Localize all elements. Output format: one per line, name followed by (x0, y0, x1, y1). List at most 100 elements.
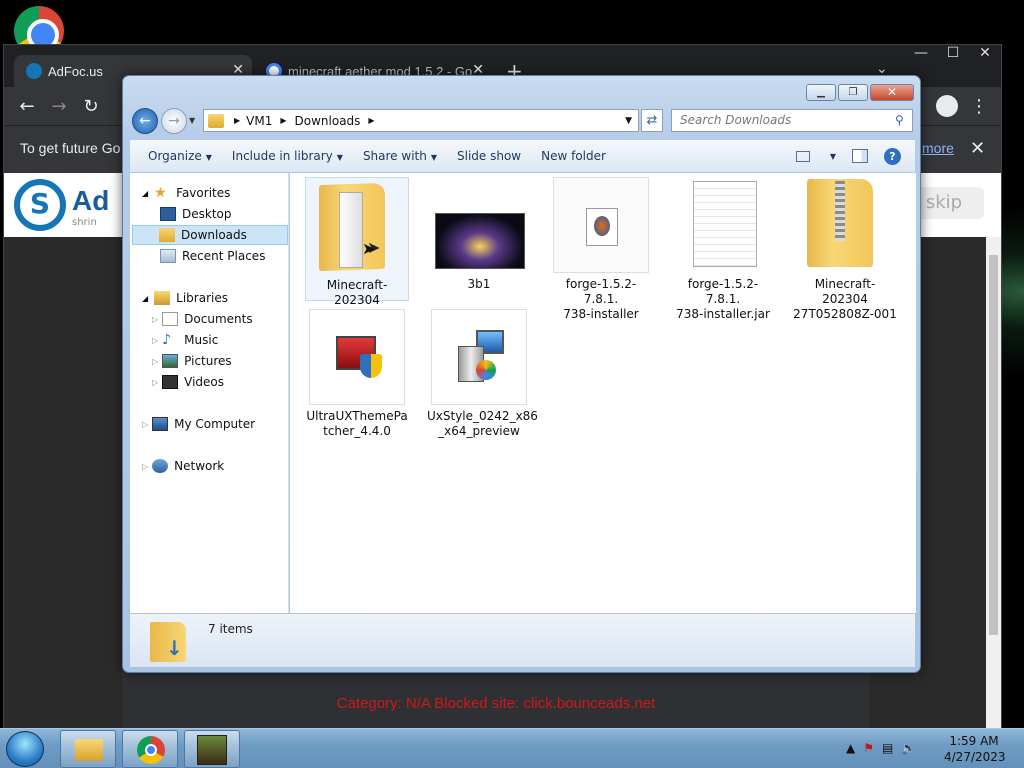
download-arrow-icon: ↓ (166, 636, 183, 660)
address-dropdown-icon[interactable]: ▼ (625, 116, 632, 126)
network-tray-icon[interactable]: ▤ (882, 741, 893, 755)
back-arrow-icon[interactable]: ← (16, 96, 38, 117)
back-arrow-icon[interactable]: ← (132, 108, 158, 134)
view-dropdown-icon[interactable]: ▼ (830, 152, 836, 161)
ad-brand-text: Ad (72, 185, 110, 216)
status-bar: ↓ 7 items (130, 613, 915, 667)
documents-icon (162, 312, 179, 326)
installer-icon (431, 309, 527, 405)
explorer-window: ▁ ❐ ✕ ← → ▼ ▶ VM1 ▶ Downloads ▶ ▼ ⇄ Sear… (122, 75, 921, 673)
nav-pictures[interactable]: ▷ Pictures (152, 351, 232, 371)
zip-folder-icon (797, 177, 893, 273)
breadcrumb-arrow-icon[interactable]: ▶ (234, 116, 240, 125)
infobar-close-icon[interactable]: ✕ (970, 138, 985, 159)
close-button[interactable]: ✕ (969, 45, 1001, 65)
nav-videos[interactable]: ▷ Videos (152, 372, 224, 392)
network-icon (152, 459, 169, 473)
restore-button[interactable]: ❐ (838, 84, 868, 101)
pictures-icon (162, 354, 179, 368)
java-file-icon (553, 177, 649, 273)
close-button[interactable]: ✕ (870, 84, 914, 101)
nav-my-computer[interactable]: ▷ My Computer (142, 414, 255, 434)
breadcrumb-arrow-icon[interactable]: ▶ (368, 116, 374, 125)
volume-muted-icon[interactable]: 🔈 (901, 741, 916, 755)
organize-button[interactable]: Organize ▼ (148, 149, 212, 163)
blocked-site-message: Category: N/A Blocked site: click.bounce… (336, 695, 656, 712)
nav-music[interactable]: ▷ ♪ Music (152, 330, 218, 350)
star-icon: ★ (154, 185, 167, 201)
new-folder-button[interactable]: New folder (541, 149, 606, 163)
show-hidden-icons[interactable]: ▲ (846, 741, 855, 755)
scrollbar-thumb[interactable] (989, 255, 998, 635)
exe-app-icon (309, 309, 405, 405)
document-icon (675, 177, 771, 273)
nav-downloads[interactable]: Downloads (132, 225, 288, 245)
file-item-forge-installer[interactable]: forge-1.5.2-7.8.1. 738-installer (549, 177, 653, 322)
computer-icon (152, 417, 169, 431)
history-dropdown-icon[interactable]: ▼ (189, 116, 195, 125)
item-count: 7 items (208, 622, 253, 636)
view-options-icon[interactable] (795, 150, 810, 162)
nav-network[interactable]: ▷ Network (142, 456, 224, 476)
file-item-3b1[interactable]: 3b1 (427, 177, 531, 292)
file-item-uxstyle[interactable]: UxStyle_0242_x86 _x64_preview (427, 309, 538, 439)
taskbar-minecraft-button[interactable] (184, 730, 240, 768)
minimize-button[interactable]: — (905, 45, 937, 65)
adfocus-favicon-icon (26, 63, 42, 79)
action-center-icon[interactable]: ⚑ (863, 741, 874, 755)
desktop-icon (160, 207, 176, 221)
folder-icon (75, 739, 103, 761)
file-item-ultrauxthemepatcher[interactable]: UltraUXThemePa tcher_4.4.0 (305, 309, 409, 439)
menu-kebab-icon[interactable]: ⋮ (968, 96, 990, 117)
file-list: ➤ Minecraft-202304 27T052808Z-001 3b1 fo… (290, 173, 916, 613)
navigation-pane: ◢ ★ Favorites Desktop Downloads Recent Pla… (130, 173, 289, 613)
taskbar-chrome-button[interactable] (122, 730, 178, 768)
maximize-button[interactable]: ☐ (937, 45, 969, 65)
start-button[interactable] (6, 731, 44, 767)
nav-desktop[interactable]: Desktop (160, 204, 232, 224)
share-with-button[interactable]: Share with ▼ (363, 149, 437, 163)
slide-show-button[interactable]: Slide show (457, 149, 521, 163)
refresh-icon[interactable]: ⇄ (641, 109, 663, 132)
include-in-library-button[interactable]: Include in library ▼ (232, 149, 343, 163)
nav-favorites[interactable]: ◢ ★ Favorites (142, 183, 230, 203)
adfocus-logo-icon: S (14, 179, 66, 231)
mouse-cursor-icon: ➤ (362, 239, 376, 258)
clock[interactable]: 1:59 AM 4/27/2023 (944, 733, 1006, 765)
profile-avatar-icon[interactable] (936, 95, 958, 117)
libraries-icon (154, 291, 171, 305)
taskbar: ▲ ⚑ ▤ 🔈 1:59 AM 4/27/2023 (0, 728, 1024, 768)
breadcrumb-downloads[interactable]: Downloads (295, 114, 361, 128)
search-icon: ⚲ (895, 113, 904, 127)
nav-documents[interactable]: ▷ Documents (152, 309, 253, 329)
file-name: forge-1.5.2-7.8.1. 738-installer.jar (676, 277, 770, 321)
music-icon: ♪ (162, 332, 172, 348)
command-bar: Organize ▼ Include in library ▼ Share with… (130, 140, 915, 173)
file-item-forge-jar[interactable]: forge-1.5.2-7.8.1. 738-installer.jar (671, 177, 775, 322)
folder-icon: ➤ (309, 178, 405, 274)
forward-arrow-icon[interactable]: → (48, 96, 70, 117)
image-thumbnail (431, 177, 527, 273)
infobar-text: To get future Go (20, 140, 121, 156)
breadcrumb-arrow-icon[interactable]: ▶ (280, 116, 286, 125)
nav-recent-places[interactable]: Recent Places (160, 246, 265, 266)
taskbar-explorer-button[interactable] (60, 730, 116, 768)
explorer-window-controls: ▁ ❐ ✕ (804, 84, 914, 101)
file-name: UxStyle_0242_x86 _x64_preview (427, 409, 538, 438)
file-name: 3b1 (467, 277, 491, 291)
preview-pane-icon[interactable] (852, 149, 868, 163)
minimize-button[interactable]: ▁ (806, 84, 836, 101)
nav-libraries[interactable]: ◢ Libraries (142, 288, 228, 308)
system-tray: ▲ ⚑ ▤ 🔈 (846, 741, 916, 755)
search-input[interactable]: Search Downloads (671, 109, 913, 132)
file-item-minecraft-zip[interactable]: Minecraft-202304 27T052808Z-001 (793, 177, 897, 322)
tab-title: AdFoc.us (48, 63, 103, 79)
help-icon[interactable]: ? (884, 147, 901, 165)
file-item-minecraft-folder[interactable]: ➤ Minecraft-202304 27T052808Z-001 (305, 177, 409, 337)
forward-arrow-icon[interactable]: → (161, 108, 187, 134)
reload-icon[interactable]: ↻ (80, 96, 102, 117)
address-bar[interactable]: ▶ VM1 ▶ Downloads ▶ ▼ (203, 109, 639, 132)
breadcrumb-vm1[interactable]: VM1 (246, 114, 272, 128)
infobar-more-link[interactable]: more (922, 140, 954, 156)
minecraft-icon (197, 735, 227, 765)
